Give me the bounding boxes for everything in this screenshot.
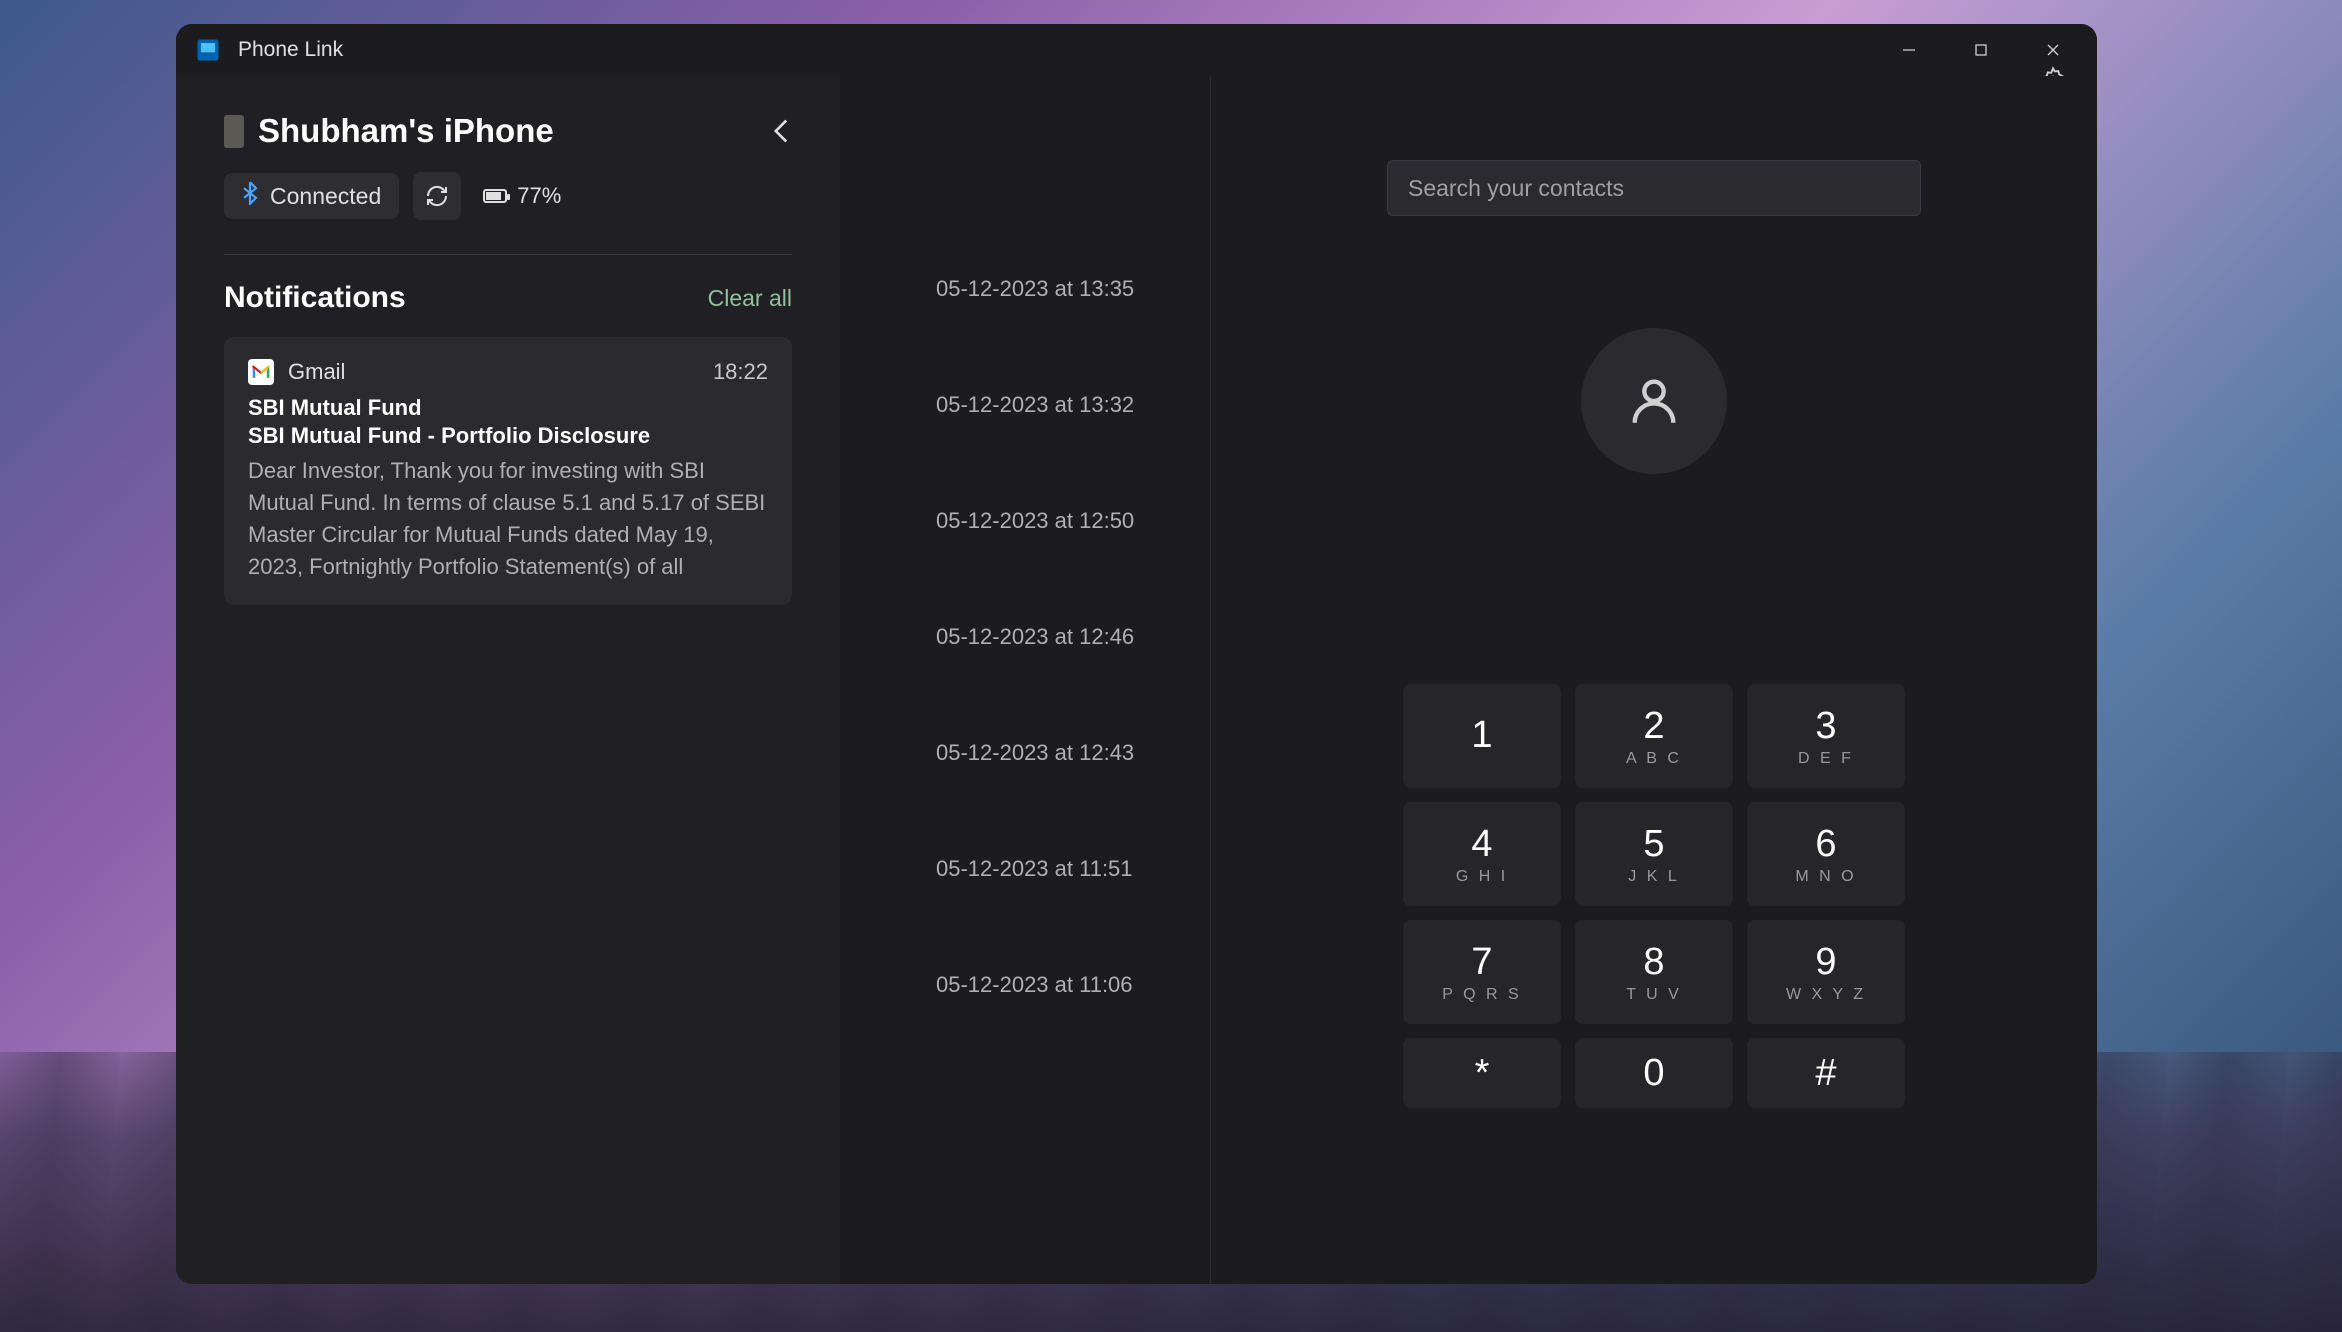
notification-time: 18:22 — [713, 359, 768, 385]
clear-all-button[interactable]: Clear all — [708, 285, 792, 312]
dialer-keypad: 1 2A B C 3D E F 4G H I 5J K L 6M N O 7P … — [1403, 684, 1905, 1108]
search-contacts-input[interactable]: Search your contacts — [1387, 160, 1921, 216]
keypad-star[interactable]: * — [1403, 1038, 1561, 1108]
notification-body: Dear Investor, Thank you for investing w… — [248, 455, 768, 583]
keypad-1[interactable]: 1 — [1403, 684, 1561, 788]
keypad-0[interactable]: 0 — [1575, 1038, 1733, 1108]
call-item[interactable]: 05-12-2023 at 12:50 — [936, 508, 1210, 534]
divider — [224, 254, 792, 255]
calls-list: 05-12-2023 at 13:35 05-12-2023 at 13:32 … — [840, 76, 1210, 1284]
keypad-6[interactable]: 6M N O — [1747, 802, 1905, 906]
call-item[interactable]: 05-12-2023 at 11:06 — [936, 972, 1210, 998]
refresh-button[interactable] — [413, 172, 461, 220]
minimize-button[interactable] — [1873, 26, 1945, 74]
notification-app-name: Gmail — [288, 359, 345, 385]
connection-status[interactable]: Connected — [224, 173, 399, 219]
device-name: Shubham's iPhone — [258, 112, 554, 150]
app-title: Phone Link — [238, 38, 343, 62]
titlebar: Phone Link — [176, 24, 2097, 76]
app-icon — [190, 32, 226, 68]
contact-avatar-placeholder — [1581, 328, 1727, 474]
call-item[interactable]: 05-12-2023 at 13:32 — [936, 392, 1210, 418]
notifications-header: Notifications — [224, 281, 406, 315]
search-placeholder: Search your contacts — [1408, 175, 1624, 202]
keypad-hash[interactable]: # — [1747, 1038, 1905, 1108]
bluetooth-icon — [242, 181, 258, 211]
sidebar: Shubham's iPhone Connected 77% — [176, 76, 840, 1284]
notification-card[interactable]: Gmail 18:22 SBI Mutual Fund SBI Mutual F… — [224, 337, 792, 605]
gmail-icon — [248, 359, 274, 385]
call-item[interactable]: 05-12-2023 at 13:35 — [936, 276, 1210, 302]
status-row: Connected 77% — [224, 172, 792, 220]
call-item[interactable]: 05-12-2023 at 12:46 — [936, 624, 1210, 650]
battery-percent: 77% — [517, 183, 561, 209]
battery-icon — [483, 189, 507, 203]
keypad-7[interactable]: 7P Q R S — [1403, 920, 1561, 1024]
main-area: 05-12-2023 at 13:35 05-12-2023 at 13:32 … — [840, 76, 2097, 1284]
keypad-3[interactable]: 3D E F — [1747, 684, 1905, 788]
keypad-8[interactable]: 8T U V — [1575, 920, 1733, 1024]
connection-label: Connected — [270, 183, 381, 210]
dialer-panel: Search your contacts 1 2A B C 3D E F 4G … — [1210, 76, 2097, 1284]
back-button[interactable] — [762, 112, 800, 150]
keypad-9[interactable]: 9W X Y Z — [1747, 920, 1905, 1024]
notification-sender: SBI Mutual Fund — [248, 395, 768, 421]
phone-icon — [224, 115, 244, 148]
call-item[interactable]: 05-12-2023 at 11:51 — [936, 856, 1210, 882]
keypad-5[interactable]: 5J K L — [1575, 802, 1733, 906]
phone-link-window: Phone Link Shubham's iPhone — [176, 24, 2097, 1284]
battery-status: 77% — [483, 183, 561, 209]
call-item[interactable]: 05-12-2023 at 12:43 — [936, 740, 1210, 766]
notification-subject: SBI Mutual Fund - Portfolio Disclosure — [248, 423, 768, 449]
device-row: Shubham's iPhone — [224, 112, 792, 150]
keypad-2[interactable]: 2A B C — [1575, 684, 1733, 788]
keypad-4[interactable]: 4G H I — [1403, 802, 1561, 906]
maximize-button[interactable] — [1945, 26, 2017, 74]
